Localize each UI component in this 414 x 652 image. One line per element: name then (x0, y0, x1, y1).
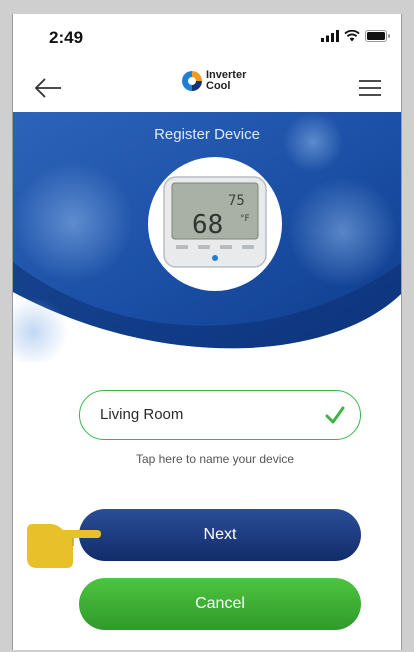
brand-logo: Inverter Cool (181, 70, 246, 92)
battery-icon (365, 30, 390, 42)
cellular-signal-icon (321, 30, 339, 42)
checkmark-icon (325, 406, 345, 424)
next-button-label: Next (203, 526, 237, 543)
thermostat-device-image: 75 68 °F (163, 176, 267, 268)
inverter-cool-logo-icon (182, 71, 202, 91)
pointing-hand-icon (27, 524, 101, 568)
hamburger-menu-icon (359, 80, 381, 96)
wifi-icon (344, 30, 360, 42)
arrow-left-icon (34, 78, 61, 98)
menu-button[interactable] (357, 76, 383, 100)
device-display-top: 75 (228, 193, 245, 209)
device-name-field[interactable]: Living Room (79, 390, 361, 440)
phone-screen: 2:49 Inverter Cool Register Device 75 68… (12, 14, 402, 650)
device-name-input[interactable]: Living Room (100, 406, 183, 423)
cancel-button[interactable]: Cancel (79, 578, 361, 630)
device-display-unit: °F (240, 214, 250, 224)
device-image-circle: 75 68 °F (148, 157, 282, 291)
device-name-hint: Tap here to name your device (135, 452, 295, 466)
device-display-main: 68 (192, 210, 223, 240)
status-icons (321, 30, 391, 42)
device-logo-icon (212, 255, 218, 261)
next-button[interactable]: Next (79, 509, 361, 561)
hero-banner: Register Device 75 68 °F (13, 112, 401, 362)
cancel-button-label: Cancel (195, 595, 245, 612)
nav-bar: Inverter Cool (13, 64, 401, 112)
status-time: 2:49 (49, 28, 84, 47)
status-bar: 2:49 (13, 14, 401, 60)
screenshot-frame: 2:49 Inverter Cool Register Device 75 68… (0, 0, 414, 652)
logo-text-line2: Cool (206, 80, 231, 92)
page-title: Register Device (154, 126, 260, 143)
logo-text: Inverter Cool (206, 70, 246, 92)
back-button[interactable] (33, 76, 63, 100)
